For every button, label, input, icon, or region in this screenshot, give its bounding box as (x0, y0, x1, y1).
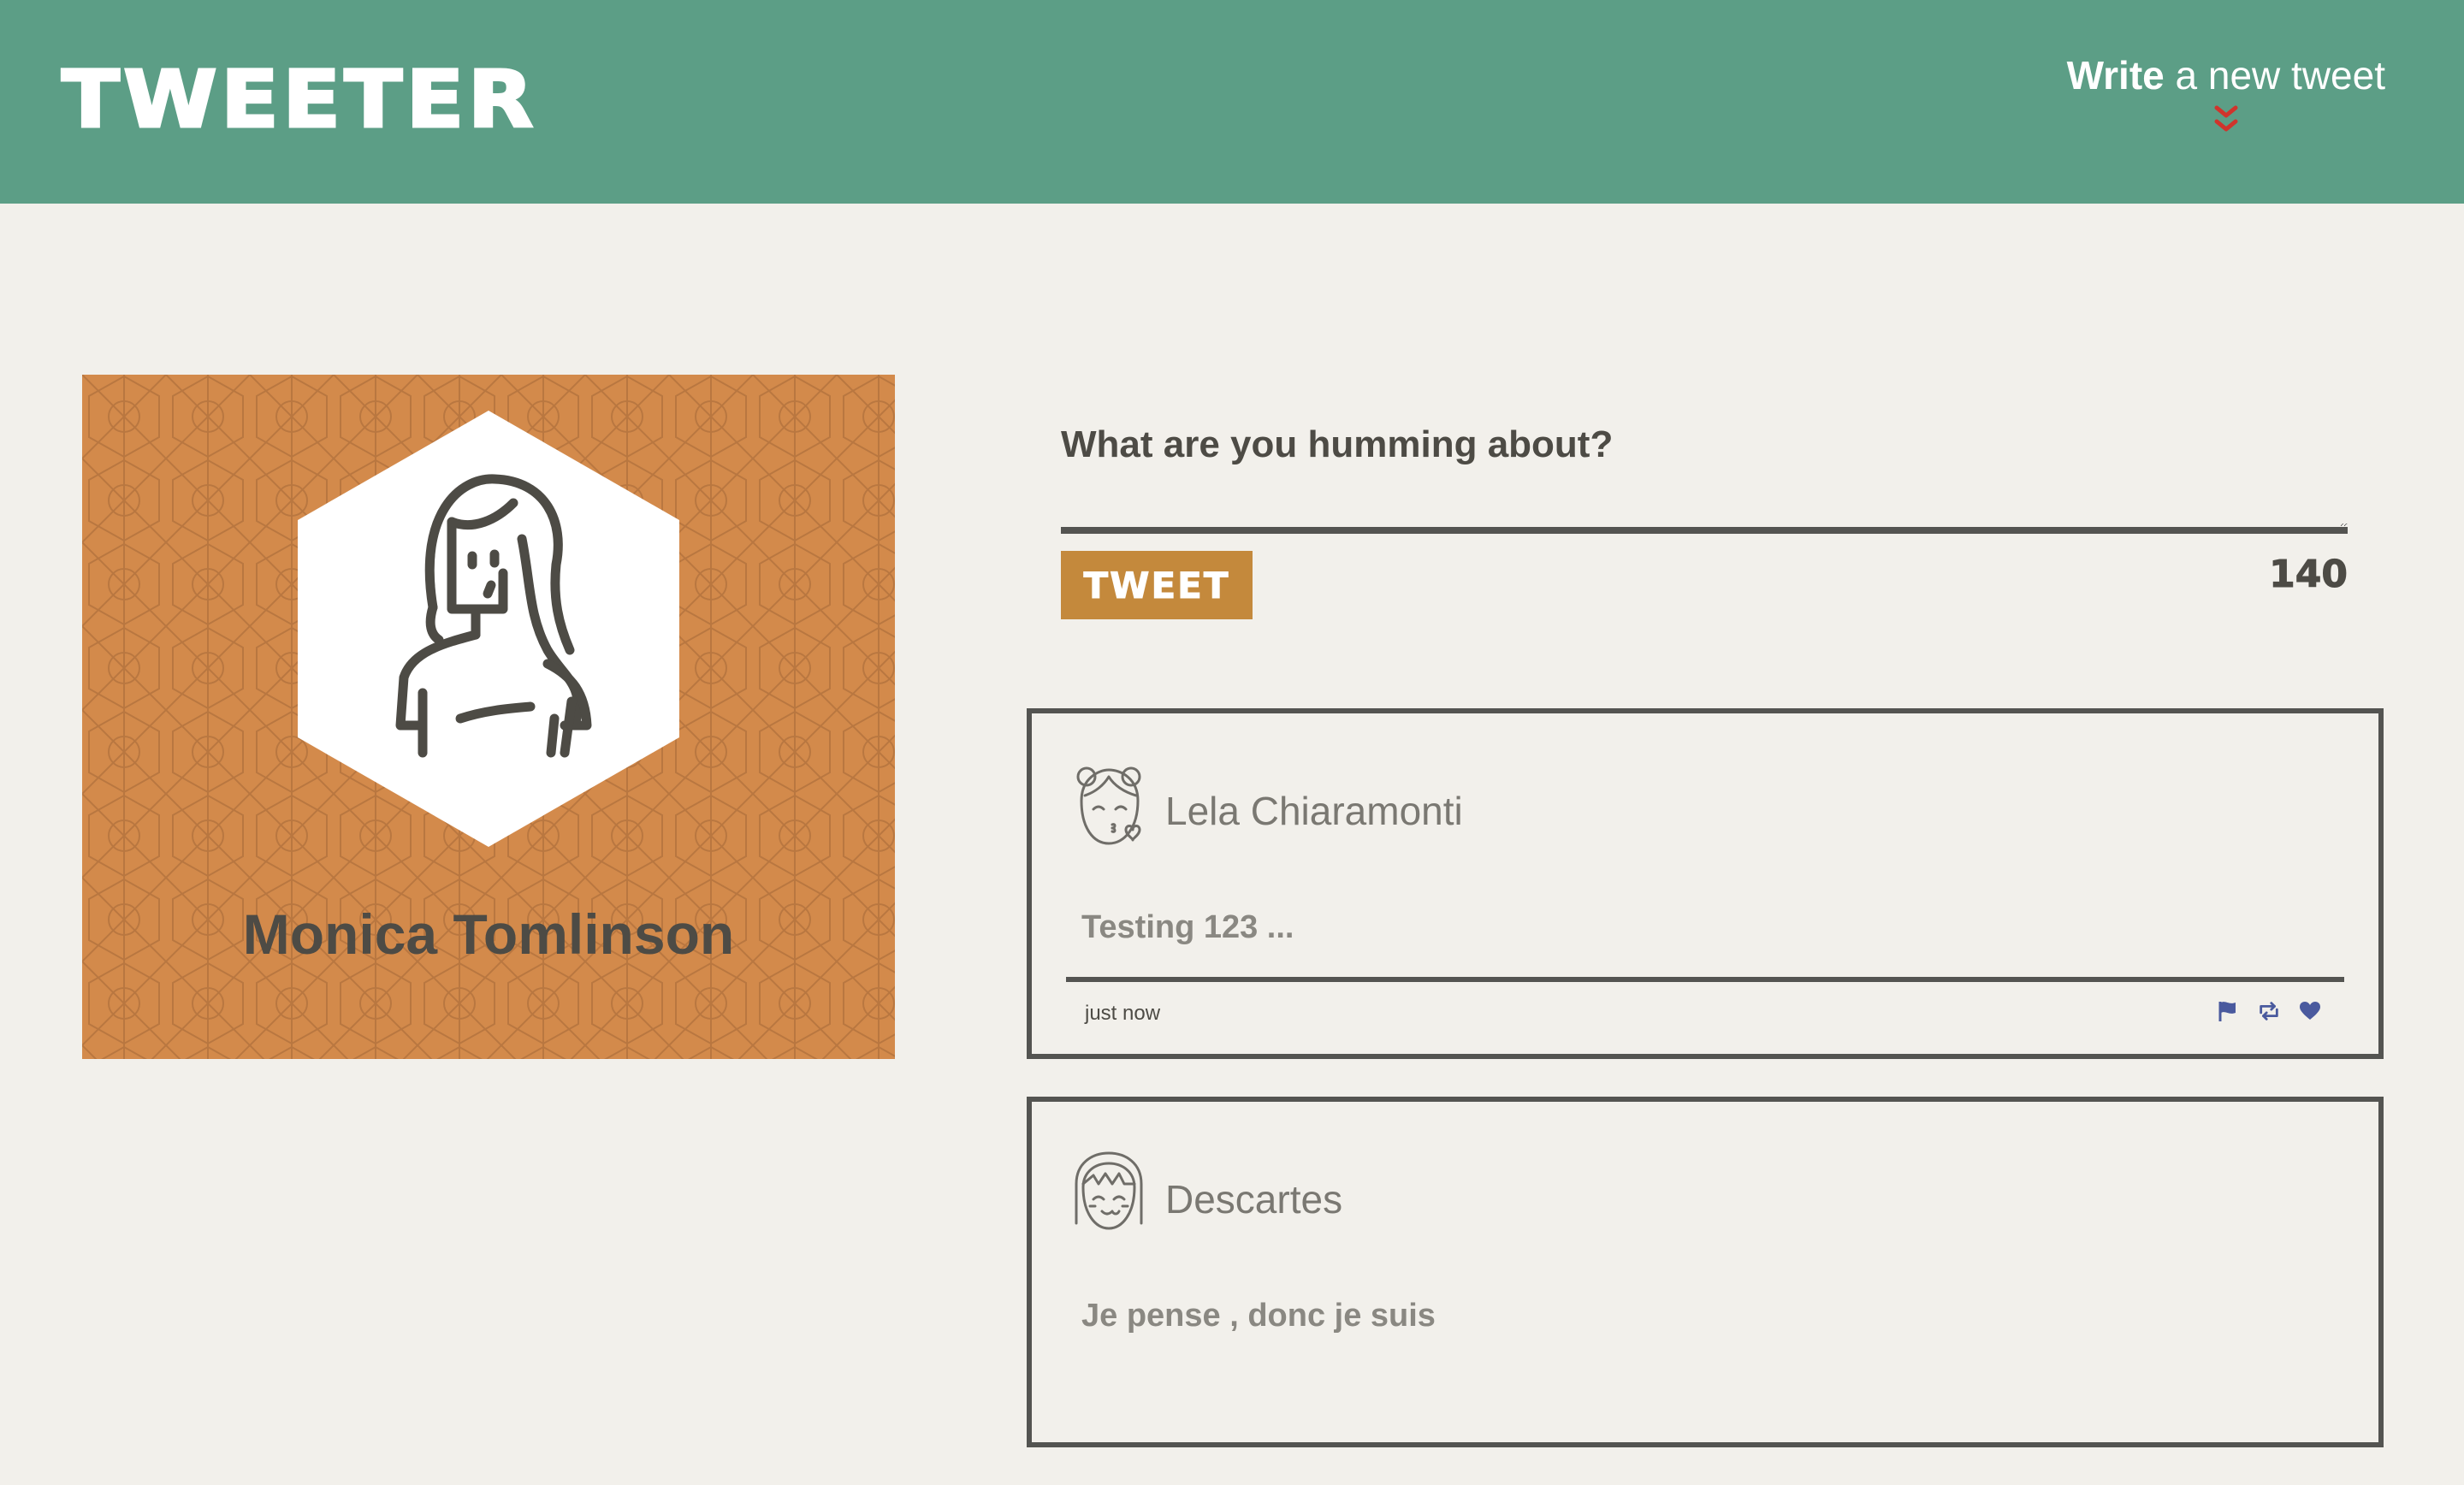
heart-icon[interactable] (2298, 999, 2322, 1023)
profile-card: Monica Tomlinson (82, 375, 895, 1059)
write-new-tweet-rest: a new tweet (2164, 53, 2386, 98)
tweet-divider (1066, 977, 2344, 982)
tweet-feed: Lela Chiaramonti Testing 123 ... just no… (1027, 708, 2384, 1485)
tweet-actions (2216, 999, 2322, 1023)
girl-bangs-avatar-icon (1075, 1151, 1143, 1230)
tweet-textarea[interactable] (1061, 524, 2348, 534)
write-new-tweet-bold: Write (2066, 53, 2165, 98)
tweet-author-name: Descartes (1165, 1177, 1343, 1222)
write-new-tweet-label: Write a new tweet (2067, 48, 2385, 103)
flag-icon[interactable] (2216, 999, 2240, 1023)
tweet-text: Testing 123 ... (1081, 909, 1294, 945)
double-chevron-down-icon[interactable] (2213, 104, 2239, 135)
tweet-text: Je pense , donc je suis (1081, 1298, 1436, 1334)
new-tweet-form: What are you humming about? TWEET 140 (1061, 417, 2348, 628)
tweet-card: Descartes Je pense , donc je suis (1027, 1097, 2384, 1447)
tweet-card: Lela Chiaramonti Testing 123 ... just no… (1027, 708, 2384, 1059)
composer-footer: TWEET 140 (1061, 551, 2348, 628)
top-nav-bar: TWEETER Write a new tweet (0, 0, 2464, 204)
retweet-icon[interactable] (2257, 999, 2281, 1023)
tweet-timestamp: just now (1085, 1002, 1161, 1025)
girl-blowing-kiss-avatar-icon (1076, 766, 1141, 845)
write-new-tweet-toggle[interactable]: Write a new tweet (2067, 48, 2385, 135)
compose-prompt: What are you humming about? (1061, 423, 1614, 465)
character-counter: 140 (2269, 553, 2348, 597)
tweet-author-name: Lela Chiaramonti (1165, 789, 1463, 833)
app-logo: TWEETER (60, 53, 537, 147)
woman-avatar-icon (298, 411, 679, 847)
tweet-submit-button[interactable]: TWEET (1061, 551, 1253, 619)
profile-name: Monica Tomlinson (242, 902, 735, 966)
